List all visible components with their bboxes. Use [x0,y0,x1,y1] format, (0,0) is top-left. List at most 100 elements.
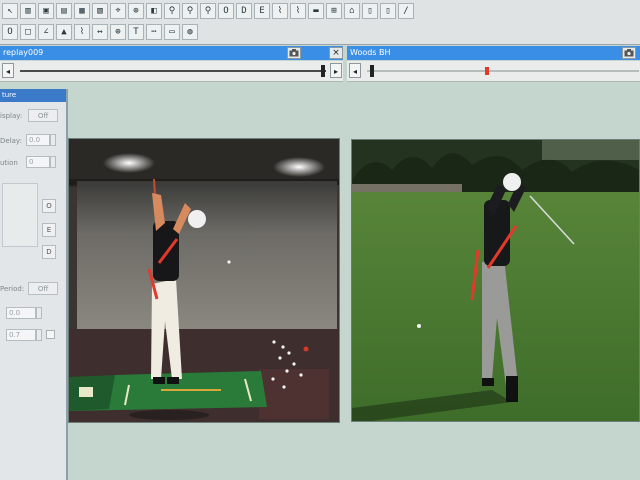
toolbar-button[interactable]: ⚲ [200,3,216,19]
period-end-spinner[interactable] [36,329,42,341]
toolbar-button[interactable]: ⌇ [272,3,288,19]
toolbar-button[interactable]: ↖ [2,3,18,19]
toolbar-button[interactable]: ∠ [38,24,54,40]
toolbar-glyph: O [223,5,229,16]
window-title: Woods BH [350,48,391,57]
timeline-track[interactable] [20,70,326,72]
preview-box [2,183,38,247]
toolbar-glyph: ▭ [169,26,175,37]
toolbar-button[interactable]: ◍ [182,24,198,40]
timeline-thumb[interactable] [370,65,375,77]
period-start-spinner[interactable] [36,307,42,319]
toolbar-glyph: ⊞ [331,5,337,16]
o-button[interactable]: O [42,199,56,213]
toolbar-glyph: ▣ [43,5,49,16]
period-checkbox[interactable] [46,330,55,339]
period-label: Period: [0,285,25,293]
toolbar-button[interactable]: ⚲ [182,3,198,19]
close-window-button[interactable]: × [329,47,343,59]
display-toggle-button[interactable]: Off [28,109,58,122]
delay-spinner[interactable] [50,134,56,146]
toolbar-button[interactable]: ▯ [380,3,396,19]
toolbar-glyph: ▲ [61,26,67,37]
period-value: Off [37,285,49,293]
d-button[interactable]: D [42,245,56,259]
toolbar-glyph: ⚲ [186,5,194,16]
toolbar-button[interactable]: O [218,3,234,19]
toolbar-glyph: ⌇ [277,5,283,16]
display-value: Off [37,112,49,120]
toolbar-glyph: E [259,5,265,16]
toolbar-button[interactable]: ⌖ [110,3,126,19]
option-spinner[interactable] [50,156,56,168]
toolbar-button[interactable]: ∕ [398,3,414,19]
toolbar-button[interactable]: ▣ [38,3,54,19]
toolbar-glyph: ▧ [97,5,103,16]
timeline-marker[interactable] [484,67,489,75]
video-window-right: Woods BH ◂ [347,46,640,480]
display-label: isplay: [0,112,23,120]
period-end-input[interactable]: 0.7 [6,329,36,341]
toolbar-button[interactable]: ⌇ [290,3,306,19]
toolbar-button[interactable]: ⊕ [110,24,126,40]
indoor-swing-video[interactable] [68,138,340,423]
timeline-scrubber: ◂ ▸ [0,61,343,82]
toolbar-button[interactable]: ◧ [146,3,162,19]
toolbar-button[interactable]: D [236,3,252,19]
toolbar-button[interactable]: ▤ [56,3,72,19]
option-input[interactable]: 0 [26,156,50,168]
toolbar-button[interactable]: ▲ [56,24,72,40]
toolbar-glyph: ▯ [385,5,391,16]
chevron-left-icon: ◂ [352,67,357,76]
toolbar-button[interactable]: O [2,24,18,40]
toolbar-glyph: D [241,5,247,16]
toolbar-glyph: ▤ [61,5,67,16]
panel-title-bar[interactable]: ture [0,89,66,102]
next-frame-button[interactable]: ▸ [330,63,342,78]
toolbar-glyph: ⚲ [168,5,176,16]
toolbar-button[interactable]: ▦ [74,3,90,19]
toolbar-button[interactable]: ↔ [92,24,108,40]
toolbar-button[interactable]: ▧ [92,3,108,19]
toolbar-button[interactable]: ⌂ [344,3,360,19]
camera-icon[interactable] [287,47,301,59]
toolbar-glyph: ⊕ [115,26,121,37]
previous-frame-button[interactable]: ◂ [2,63,14,78]
toolbar-glyph: O [7,26,13,37]
toolbar-row-2: O □ ∠ ▲ ⌇ ↔ ⊕ T ⋯ ▭ ◍ [0,23,198,41]
toolbar-glyph: ◧ [151,5,157,16]
toolbar-glyph: ⚲ [204,5,212,16]
window-title: replay009 [3,48,44,57]
toolbar-button[interactable]: T [128,24,144,40]
outdoor-swing-video[interactable] [351,139,640,422]
toolbar-button[interactable]: ⋯ [146,24,162,40]
timeline-track[interactable] [367,70,639,72]
main-toolbar: ↖ ▥ ▣ ▤ ▦ ▧ ⌖ ⊕ ◧ ⚲ ⚲ ⚲ O D E ⌇ ⌇ ▬ ⊞ ⌂ ▯ ▯ ∕ O □ ∠ ▲ ⌇ ↔ ⊕ T ⋯ ▭ ◍ [0,0,640,45]
previous-frame-button[interactable]: ◂ [349,63,361,78]
toolbar-button[interactable]: ▬ [308,3,324,19]
toolbar-button[interactable]: ⚲ [164,3,180,19]
toolbar-button[interactable]: ⊞ [326,3,342,19]
toolbar-glyph: ⌇ [79,26,85,37]
delay-value: 0.0 [29,136,41,144]
toolbar-button[interactable]: ⊕ [128,3,144,19]
toolbar-row-1: ↖ ▥ ▣ ▤ ▦ ▧ ⌖ ⊕ ◧ ⚲ ⚲ ⚲ O D E ⌇ ⌇ ▬ ⊞ ⌂ ▯ ▯ ∕ [0,2,414,20]
toolbar-button[interactable]: ▯ [362,3,378,19]
toolbar-button[interactable]: E [254,3,270,19]
period-start-input[interactable]: 0.0 [6,307,36,319]
toolbar-glyph: ⌖ [115,5,121,16]
toolbar-glyph: □ [25,26,31,37]
toolbar-button[interactable]: ▭ [164,24,180,40]
e-button[interactable]: E [42,223,56,237]
toolbar-glyph: ⋯ [151,26,157,37]
option-value: 0 [29,158,34,166]
toolbar-glyph: ▥ [25,5,31,16]
delay-input[interactable]: 0.0 [26,134,50,146]
toolbar-button[interactable]: □ [20,24,36,40]
window-title-bar[interactable]: Woods BH [347,46,640,60]
toolbar-button[interactable]: ⌇ [74,24,90,40]
timeline-thumb[interactable] [320,65,325,77]
camera-icon[interactable] [622,47,636,59]
period-toggle-button[interactable]: Off [28,282,58,295]
toolbar-button[interactable]: ▥ [20,3,36,19]
